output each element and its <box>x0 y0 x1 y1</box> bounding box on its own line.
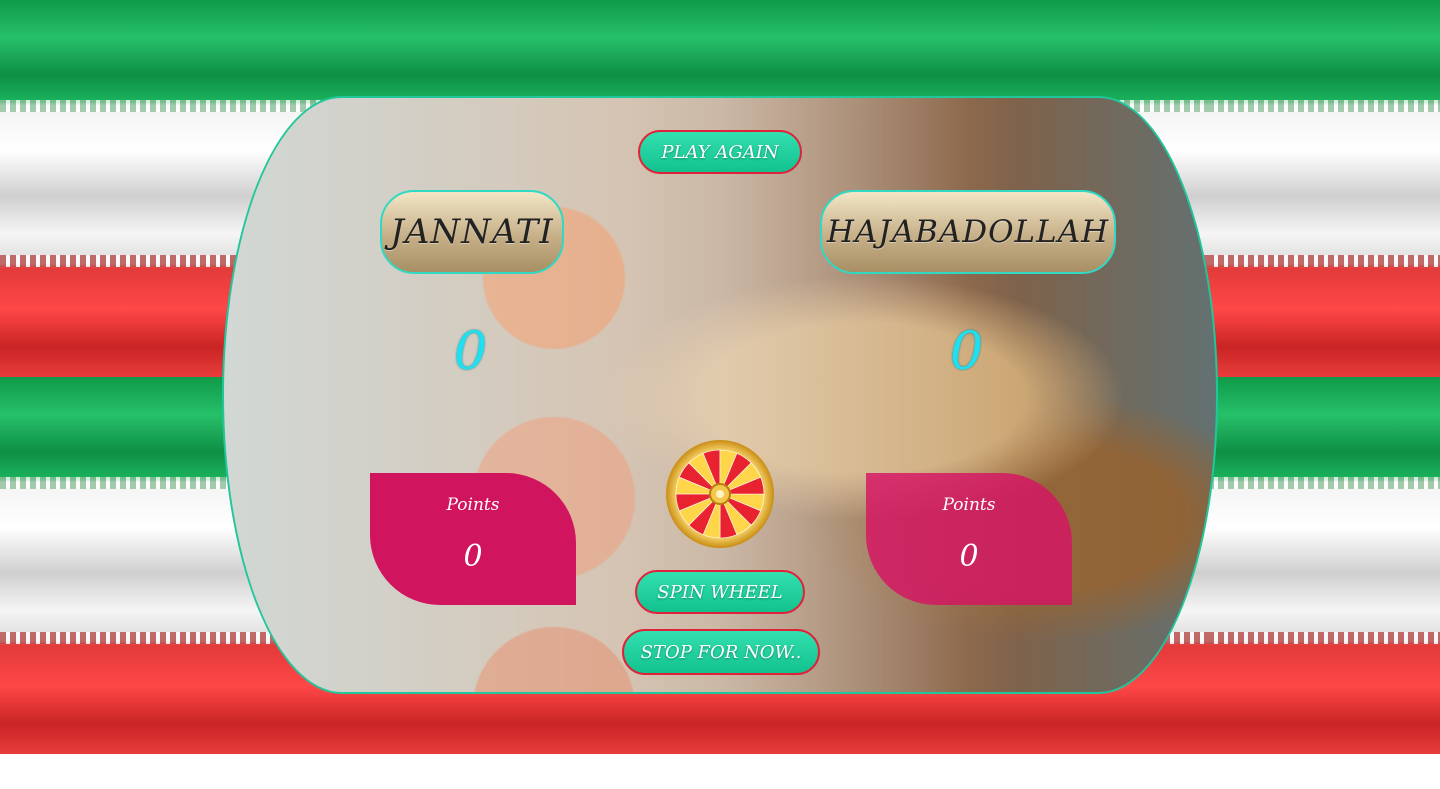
flag-tile <box>1208 377 1440 754</box>
player-1-points: 0 <box>463 539 483 574</box>
flag-tile <box>1208 0 1440 377</box>
player-1-points-box: Points 0 <box>370 473 576 605</box>
stop-for-now-button[interactable]: STOP FOR NOW.. <box>622 629 820 675</box>
play-again-button[interactable]: PLAY AGAIN <box>638 130 802 174</box>
player-1-name: JANNATI <box>380 190 564 274</box>
spin-wheel-button[interactable]: SPIN WHEEL <box>635 570 805 614</box>
player-2-name: HAJABADOLLAH <box>820 190 1116 274</box>
player-2-points-box: Points 0 <box>866 473 1072 605</box>
points-label: Points <box>446 495 500 515</box>
points-label: Points <box>942 495 996 515</box>
prize-wheel-icon[interactable] <box>665 439 775 549</box>
player-2-current-score: 0 <box>950 322 984 382</box>
player-2-points: 0 <box>959 539 979 574</box>
player-1-current-score: 0 <box>454 322 488 382</box>
